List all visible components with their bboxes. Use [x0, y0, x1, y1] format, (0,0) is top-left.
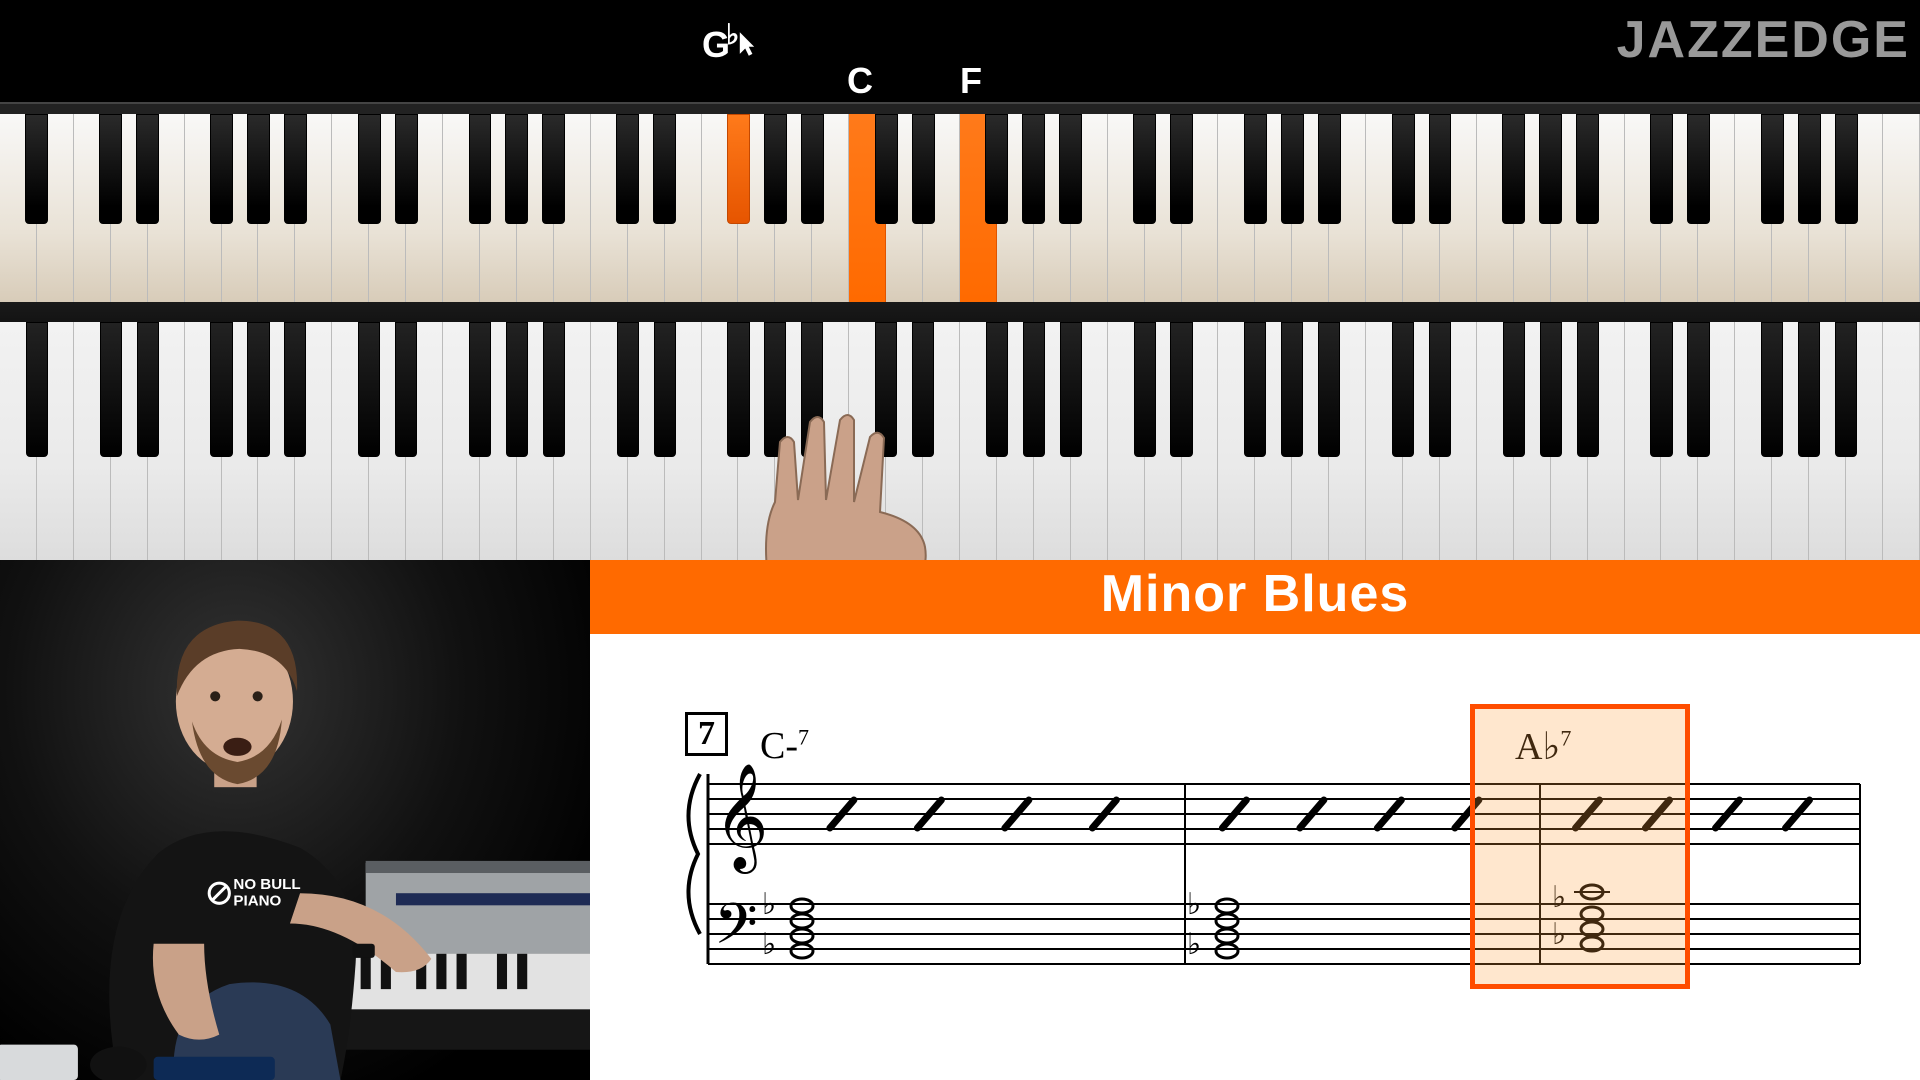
- black-key: [358, 114, 381, 224]
- black-key: [1576, 114, 1599, 224]
- svg-text:♭: ♭: [1187, 888, 1201, 921]
- black-key: [137, 322, 159, 457]
- black-key: [210, 114, 233, 224]
- black-key: [1281, 322, 1303, 457]
- svg-text:𝄞: 𝄞: [714, 764, 768, 874]
- highlighted-measure: [1470, 704, 1690, 989]
- black-key: [1060, 322, 1082, 457]
- black-key: [25, 114, 48, 224]
- black-key: [1318, 322, 1340, 457]
- black-key: [1835, 322, 1857, 457]
- black-key: [1133, 114, 1156, 224]
- black-key: [1281, 114, 1304, 224]
- black-key: [1134, 322, 1156, 457]
- black-key: [1244, 114, 1267, 224]
- score-title: Minor Blues: [590, 560, 1920, 634]
- black-key: [727, 322, 749, 457]
- score-panel: Minor Blues 7 C-7 A♭7: [590, 560, 1920, 1080]
- black-key: [1687, 114, 1710, 224]
- black-key: [395, 114, 418, 224]
- rehearsal-mark: 7: [685, 712, 728, 756]
- svg-text:♭: ♭: [762, 888, 776, 921]
- real-keyboard-camera: [0, 302, 1920, 560]
- black-key: [1761, 114, 1784, 224]
- black-key: [1244, 322, 1266, 457]
- note-label-c: C: [847, 60, 873, 102]
- black-key: [727, 114, 750, 224]
- virtual-keyboard: [0, 104, 1920, 302]
- shirt-logo-line1: NO BULL: [233, 876, 300, 893]
- black-key: [616, 114, 639, 224]
- black-key: [1503, 322, 1525, 457]
- black-key: [26, 322, 48, 457]
- black-key: [1835, 114, 1858, 224]
- black-key: [764, 114, 787, 224]
- black-key: [100, 322, 122, 457]
- score-body: 7 C-7 A♭7: [590, 634, 1920, 1080]
- black-key: [247, 322, 269, 457]
- black-key: [875, 114, 898, 224]
- black-key: [801, 322, 823, 457]
- black-key: [1540, 322, 1562, 457]
- black-key: [542, 114, 565, 224]
- black-key: [875, 322, 897, 457]
- black-key: [1798, 322, 1820, 457]
- svg-text:♭: ♭: [762, 928, 776, 961]
- black-key: [469, 114, 492, 224]
- black-key: [136, 114, 159, 224]
- grand-staff: 𝄞 𝄢 ♭ ♭: [670, 704, 1870, 1004]
- black-key: [764, 322, 786, 457]
- black-key: [653, 114, 676, 224]
- black-key: [543, 322, 565, 457]
- chord-symbol-1: C-7: [760, 724, 809, 768]
- black-key: [247, 114, 270, 224]
- black-key: [986, 322, 1008, 457]
- black-key: [1761, 322, 1783, 457]
- brand-logo: JAZZEDGE: [1617, 10, 1910, 70]
- black-key: [1392, 114, 1415, 224]
- note-label-gflat: G: [702, 18, 739, 66]
- black-key: [1170, 322, 1192, 457]
- svg-text:♭: ♭: [1187, 928, 1201, 961]
- black-key: [395, 322, 417, 457]
- black-key: [1687, 322, 1709, 457]
- black-key: [505, 114, 528, 224]
- black-key: [1023, 322, 1045, 457]
- black-key: [1650, 322, 1672, 457]
- instructor-camera: NO BULL PIANO: [0, 560, 590, 1080]
- black-key: [358, 322, 380, 457]
- black-key: [284, 114, 307, 224]
- black-key: [1392, 322, 1414, 457]
- note-label-bar: JAZZEDGE G C F: [0, 0, 1920, 104]
- black-key: [284, 322, 306, 457]
- shirt-logo-line2: PIANO: [233, 892, 281, 909]
- black-key: [1429, 322, 1451, 457]
- black-key: [912, 322, 934, 457]
- black-key: [469, 322, 491, 457]
- black-key: [1539, 114, 1562, 224]
- black-key: [1429, 114, 1452, 224]
- black-key: [617, 322, 639, 457]
- black-key: [1059, 114, 1082, 224]
- black-key: [801, 114, 824, 224]
- note-label-f: F: [960, 60, 982, 102]
- black-key: [1318, 114, 1341, 224]
- black-key: [654, 322, 676, 457]
- black-key: [1502, 114, 1525, 224]
- black-key: [210, 322, 232, 457]
- bottom-row: NO BULL PIANO Minor Blues 7 C-7 A♭7: [0, 560, 1920, 1080]
- black-key: [912, 114, 935, 224]
- black-key: [1798, 114, 1821, 224]
- svg-text:𝄢: 𝄢: [714, 893, 758, 969]
- black-key: [1650, 114, 1673, 224]
- cursor-icon: [738, 30, 756, 58]
- black-key: [506, 322, 528, 457]
- black-key: [1170, 114, 1193, 224]
- black-key: [1022, 114, 1045, 224]
- black-key: [99, 114, 122, 224]
- black-key: [985, 114, 1008, 224]
- black-key: [1577, 322, 1599, 457]
